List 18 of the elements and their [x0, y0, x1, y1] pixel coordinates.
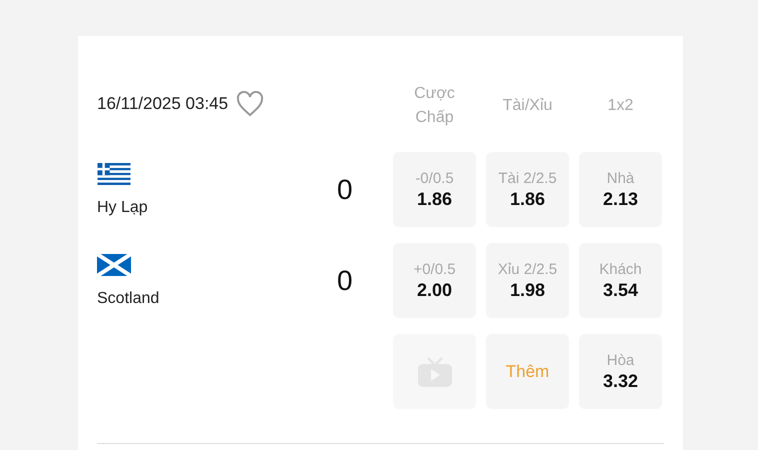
- odds-button[interactable]: -0/0.5 1.86: [393, 152, 476, 227]
- team-score: 0: [336, 174, 354, 206]
- heart-icon[interactable]: [236, 91, 264, 117]
- team-name: Scotland: [97, 290, 160, 308]
- odds-button[interactable]: +0/0.5 2.00: [393, 243, 476, 318]
- odds-button[interactable]: Khách 3.54: [579, 243, 662, 318]
- flag-icon: [97, 254, 131, 276]
- odds-button[interactable]: Xỉu 2/2.5 1.98: [486, 243, 569, 318]
- odds-button[interactable]: Hòa 3.32: [579, 334, 662, 409]
- team-score: 0: [336, 264, 354, 296]
- kickoff-time: 16/11/2025 03:45: [97, 94, 228, 114]
- market-header: Tài/Xỉu: [502, 96, 554, 116]
- odds-button[interactable]: Tài 2/2.5 1.86: [486, 152, 569, 227]
- team-name: Hy Lạp: [97, 198, 149, 216]
- flag-icon: [97, 162, 131, 184]
- odds-button[interactable]: Nhà 2.13: [579, 152, 662, 227]
- market-header: Cược Chấp: [413, 84, 456, 128]
- market-header: 1x2: [606, 96, 634, 116]
